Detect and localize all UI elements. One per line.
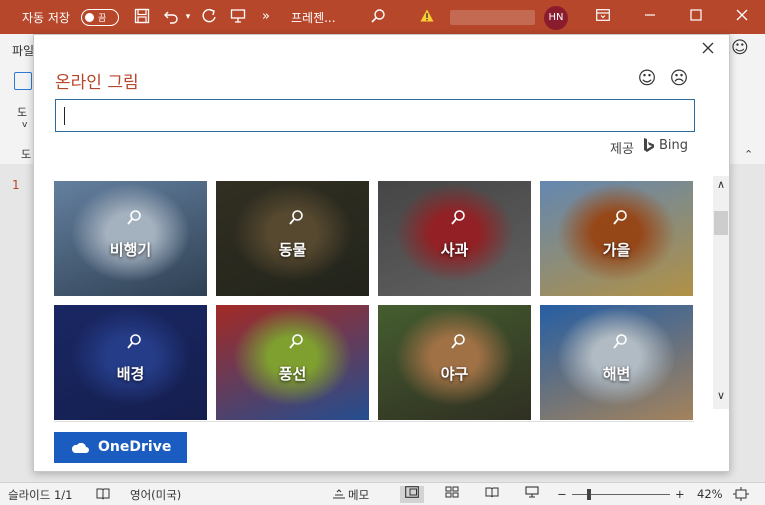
close-window-icon[interactable] (732, 8, 752, 26)
ribbon-display-options-icon[interactable] (593, 8, 613, 26)
online-pictures-dialog: 온라인 그림 ☺ ☹ 제공 Bing 비행기 동물 사과 가을배경 풍선 야구 해변 ∧ ∨… (33, 34, 730, 472)
reading-view-button[interactable] (480, 486, 504, 503)
present-from-start-icon[interactable] (228, 8, 248, 26)
slide-show-button[interactable] (520, 486, 544, 503)
category-tile[interactable]: 해변 (540, 305, 693, 420)
category-label: 배경 (116, 365, 145, 383)
category-tile[interactable]: 비행기 (54, 181, 207, 296)
redo-icon[interactable] (199, 8, 219, 26)
maximize-icon[interactable] (686, 8, 706, 26)
provider-name: Bing (659, 138, 689, 153)
redacted-account-name (450, 10, 535, 25)
category-label: 풍선 (278, 365, 307, 383)
onedrive-label: OneDrive (98, 439, 172, 455)
slide-sorter-view-button[interactable] (440, 486, 464, 503)
save-icon[interactable] (132, 8, 152, 26)
normal-view-button[interactable] (400, 486, 424, 503)
search-icon (289, 334, 303, 349)
frown-feedback-icon[interactable]: ☹ (669, 69, 689, 89)
feedback-smile-icon[interactable]: ☺ (731, 38, 749, 58)
fit-to-window-icon[interactable] (733, 487, 749, 504)
scroll-up-icon[interactable]: ∧ (714, 178, 728, 191)
zoom-in-button[interactable]: + (675, 487, 685, 501)
search-icon (613, 210, 627, 225)
search-icon (451, 334, 465, 349)
search-icon[interactable] (368, 8, 388, 26)
search-icon (289, 210, 303, 225)
ribbon-left-group: 도 v 도 (12, 72, 32, 162)
undo-dropdown-icon[interactable]: ▾ (178, 8, 198, 26)
autosave-state: 끔 (98, 14, 107, 24)
onedrive-cloud-icon (71, 442, 89, 453)
collapse-ribbon-icon[interactable]: ⌃ (744, 148, 753, 161)
zoom-out-button[interactable]: − (557, 487, 567, 501)
spelling-check-icon[interactable] (96, 487, 110, 503)
avatar[interactable]: HN (544, 6, 568, 30)
image-search-field[interactable] (55, 99, 695, 132)
ribbon-left-dropdown[interactable]: v (22, 120, 27, 130)
autosave-toggle[interactable]: 끔 (81, 9, 119, 26)
ribbon-left-label: 도 (17, 106, 28, 119)
provider-label: 제공 (610, 142, 634, 157)
tab-file[interactable]: 파일 (12, 42, 34, 59)
category-tile[interactable]: 가을 (540, 181, 693, 296)
toggle-knob (85, 12, 94, 22)
ribbon-group-label: 도 (21, 148, 32, 161)
onedrive-button[interactable]: OneDrive (54, 432, 187, 463)
category-label: 동물 (278, 241, 307, 259)
divider (54, 421, 694, 422)
category-label: 야구 (440, 365, 469, 383)
smile-feedback-icon[interactable]: ☺ (637, 69, 657, 89)
zoom-slider-thumb[interactable] (587, 489, 591, 500)
search-icon (127, 334, 141, 349)
category-label: 비행기 (109, 241, 152, 259)
scroll-thumb[interactable] (714, 211, 728, 235)
more-commands-icon[interactable]: » (256, 8, 276, 26)
search-icon (127, 210, 141, 225)
notes-button[interactable]: 메모 (348, 487, 369, 503)
zoom-level[interactable]: 42% (697, 487, 723, 501)
category-tile[interactable]: 사과 (378, 181, 531, 296)
vertical-scrollbar[interactable]: ∧ ∨ (713, 176, 729, 409)
bing-logo-icon (644, 138, 654, 152)
new-slide-icon[interactable] (14, 72, 32, 90)
category-tile[interactable]: 야구 (378, 305, 531, 420)
category-label: 사과 (440, 241, 469, 259)
category-label: 해변 (602, 365, 631, 383)
autosave-label: 자동 저장 (22, 11, 70, 25)
close-dialog-icon[interactable] (698, 39, 718, 59)
category-tile[interactable]: 풍선 (216, 305, 369, 420)
category-grid: 비행기 동물 사과 가을배경 풍선 야구 해변 (54, 181, 694, 421)
file-name[interactable]: 프레젠... (291, 9, 336, 26)
slide-counter: 슬라이드 1/1 (8, 488, 73, 502)
title-bar: 자동 저장 끔 ▾ » 프레젠... HN (0, 0, 765, 34)
category-tile[interactable]: 동물 (216, 181, 369, 296)
minimize-icon[interactable] (640, 8, 660, 26)
search-input[interactable] (56, 100, 694, 131)
notes-icon[interactable] (332, 487, 346, 503)
language-indicator[interactable]: 영어(미국) (130, 487, 181, 503)
scroll-down-icon[interactable]: ∨ (714, 389, 728, 402)
text-cursor (64, 107, 65, 125)
category-label: 가을 (602, 241, 631, 259)
slide-thumbnail-number[interactable]: 1 (12, 178, 20, 192)
category-tile[interactable]: 배경 (54, 305, 207, 420)
search-icon (613, 334, 627, 349)
dialog-title: 온라인 그림 (55, 73, 139, 93)
search-icon (451, 210, 465, 225)
warning-icon[interactable] (420, 9, 434, 26)
status-bar: 슬라이드 1/1 영어(미국) 메모 − + 42% (0, 482, 765, 505)
